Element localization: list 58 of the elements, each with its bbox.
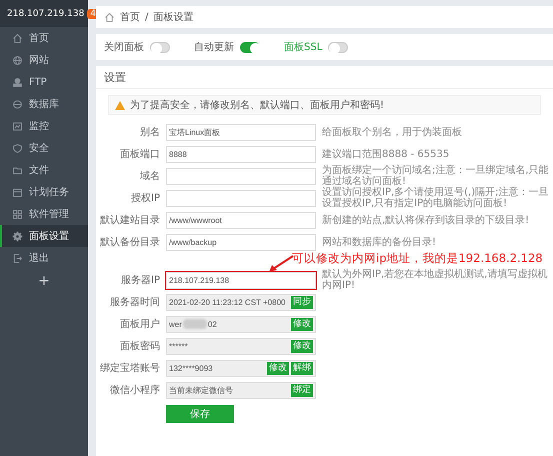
sidebar-item[interactable]: 首页 <box>0 27 88 49</box>
sidebar-item[interactable]: 退出 <box>0 247 88 269</box>
field-hint: 建议端口范围8888 - 65535 <box>322 148 450 160</box>
sidebar-item[interactable]: 软件管理 <box>0 203 88 225</box>
field-hint: 为面板绑定一个访问域名;注意：一旦绑定域名,只能通过域名访问面板! <box>322 165 550 187</box>
field-label: 别名 <box>139 126 160 139</box>
annotation-text: 可以修改为内网ip地址，我的是192.168.2.128 <box>292 251 543 266</box>
input-field[interactable]: 当前未绑定微信号 绑定 <box>166 382 316 398</box>
field-hint: 设置访问授权IP,多个请使用逗号(,)隔开;注意：一旦设置授权IP,只有指定IP的电脑能访问面板! <box>322 187 550 209</box>
toggle-label: 自动更新 <box>194 40 234 54</box>
field-hint: 新创建的站点,默认将保存到该目录的下级目录! <box>322 214 530 226</box>
input-field[interactable]: /www/backup <box>166 234 316 250</box>
field-label: 域名 <box>139 170 160 183</box>
input-field[interactable]: wer 02 修改 <box>166 316 316 332</box>
field-button[interactable]: 绑定 <box>291 384 313 396</box>
field-button[interactable]: 解绑 <box>291 362 313 374</box>
sidebar-item[interactable]: 监控 <box>0 115 88 137</box>
save-button[interactable]: 保存 <box>166 405 234 423</box>
field-label: 面板端口 <box>119 148 160 161</box>
field-label: 面板用户 <box>119 318 160 331</box>
field-label: 默认备份目录 <box>99 236 160 249</box>
field-hint: 网站和数据库的备份目录! <box>322 236 438 248</box>
toggle-link[interactable]: 面板SSL <box>284 40 322 54</box>
breadcrumb-link[interactable]: 首页 <box>120 10 140 24</box>
input-field[interactable]: 132****9093 修改 解绑 <box>166 360 316 376</box>
input-field[interactable]: 8888 <box>166 146 316 162</box>
field-label: 微信小程序 <box>109 384 160 397</box>
field-hint: 默认为外网IP,若您在本地虚拟机测试,请填写虚拟机内网IP! <box>322 269 548 291</box>
field-button[interactable]: 修改 <box>291 318 313 330</box>
sidebar-item[interactable]: 面板设置 <box>0 225 88 247</box>
field-label: 面板密码 <box>119 340 160 353</box>
field-label: 授权IP <box>130 192 160 205</box>
sidebar-item[interactable]: 安全 <box>0 137 88 159</box>
toggle-label: 关闭面板 <box>104 40 144 54</box>
sidebar-item[interactable]: 网站 <box>0 49 88 71</box>
field-button[interactable]: 修改 <box>267 362 289 374</box>
field-hint: 给面板取个别名，用于伪装面板 <box>322 126 463 138</box>
add-button[interactable]: + <box>30 271 58 291</box>
sidebar-item[interactable]: 文件 <box>0 159 88 181</box>
server-address: 218.107.219.138 <box>7 8 84 18</box>
field-button[interactable]: 修改 <box>291 340 313 352</box>
breadcrumb-separator: / <box>145 12 148 22</box>
field-label: 服务器IP <box>120 274 160 287</box>
field-label: 服务器时间 <box>109 296 160 309</box>
input-field[interactable]: 宝塔Linux面板 <box>166 124 316 140</box>
panel-title: 设置 <box>104 70 126 84</box>
input-field[interactable]: /www/wwwroot <box>166 212 316 228</box>
field-label: 绑定宝塔账号 <box>99 362 160 375</box>
input-field[interactable]: ****** 修改 <box>166 338 316 354</box>
warning-text: 为了提高安全，请修改别名、默认端口、面板用户和密码! <box>130 98 384 112</box>
breadcrumb-link[interactable]: 面板设置 <box>153 10 194 24</box>
field-label: 默认建站目录 <box>99 214 160 227</box>
input-field[interactable]: 2021-02-20 11:23:12 CST +0800 同步 <box>166 294 316 310</box>
input-field[interactable]: 218.107.219.138 <box>166 272 316 288</box>
field-button[interactable]: 同步 <box>291 296 313 308</box>
sidebar-item[interactable]: 数据库 <box>0 93 88 115</box>
sidebar-item[interactable]: 计划任务 <box>0 181 88 203</box>
sidebar-item[interactable]: FTP <box>0 71 88 93</box>
